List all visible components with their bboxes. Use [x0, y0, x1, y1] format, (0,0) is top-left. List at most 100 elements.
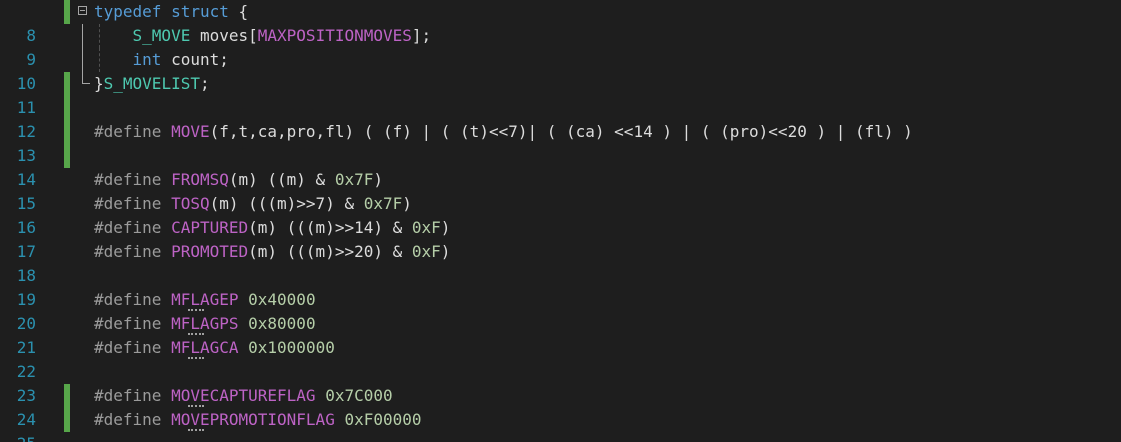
macro-name: MFLAGCA [171, 338, 239, 357]
type-name: S_MOVELIST [103, 74, 200, 93]
code-punct: ) [402, 194, 412, 213]
code-text: int count; [94, 48, 229, 72]
preprocessor-directive: #define [94, 290, 172, 309]
code-line-25[interactable]: 25 #define MOVEPROMOTIONFLAG 0xF00000 [0, 408, 1121, 442]
code-line-23[interactable]: 23 [0, 360, 1121, 405]
line-number: 25 [0, 432, 36, 442]
suggestion-squiggle[interactable] [188, 429, 204, 431]
change-marker [64, 96, 70, 120]
code-text: #define PROMOTED(m) (((m)>>20) & 0xF) [94, 240, 450, 264]
code-text: S_MOVE moves[MAXPOSITIONMOVES]; [94, 24, 432, 48]
keyword: int [132, 50, 162, 69]
code-line-22[interactable]: 22 #define MFLAGCA 0x1000000 [0, 336, 1121, 381]
preprocessor-directive: #define [94, 170, 172, 189]
code-ident: count; [161, 50, 229, 69]
preprocessor-directive: #define [94, 314, 172, 333]
change-marker [64, 144, 70, 168]
code-text: #define MOVECAPTUREFLAG 0x7C000 [94, 384, 393, 408]
code-line-20[interactable]: 20 #define MFLAGEP 0x40000 [0, 288, 1121, 333]
preprocessor-directive: #define [94, 410, 172, 429]
code-line-15[interactable]: 15 #define FROMSQ(m) ((m) & 0x7F) [0, 168, 1121, 213]
code-text: #define MFLAGCA 0x1000000 [94, 336, 335, 360]
suggestion-squiggle[interactable] [188, 405, 204, 407]
suggestion-squiggle[interactable] [188, 333, 204, 335]
change-marker [64, 120, 70, 144]
code-line-12[interactable]: 12 [0, 96, 1121, 141]
keyword: struct [171, 2, 229, 21]
fold-guide [82, 48, 83, 72]
macro-name: FROMSQ [171, 170, 229, 189]
code-punct: ) [373, 170, 383, 189]
code-punct: } [94, 74, 104, 93]
macro-body: (m) ((m) & [228, 170, 335, 189]
code-line-10[interactable]: 10 int count; [0, 48, 1121, 93]
preprocessor-directive: #define [94, 338, 172, 357]
fold-guide [82, 24, 83, 48]
code-text: #define MOVE(f,t,ca,pro,fl) ( (f) | ( (t… [94, 120, 913, 144]
macro-name: MAXPOSITIONMOVES [257, 26, 412, 45]
macro-body: (f,t,ca,pro,fl) ( (f) | ( (t)<<7)| ( (ca… [209, 122, 913, 141]
collapse-fold-icon[interactable] [78, 6, 87, 15]
preprocessor-directive: #define [94, 386, 172, 405]
change-marker [64, 72, 70, 96]
macro-name: MOVEPROMOTIONFLAG [171, 410, 335, 429]
macro-name: CAPTURED [171, 218, 249, 237]
macro-body: (m) (((m)>>14) & [248, 218, 412, 237]
preprocessor-directive: #define [94, 218, 172, 237]
code-line-16[interactable]: 16 #define TOSQ(m) (((m)>>7) & 0x7F) [0, 192, 1121, 237]
code-line-14[interactable]: 14 [0, 144, 1121, 189]
macro-name: MOVECAPTUREFLAG [171, 386, 316, 405]
code-punct: ]; [411, 26, 432, 45]
macro-name: PROMOTED [171, 242, 249, 261]
code-line-19[interactable]: 19 [0, 264, 1121, 309]
code-line-13[interactable]: 13 #define MOVE(f,t,ca,pro,fl) ( (f) | (… [0, 120, 1121, 165]
change-marker [64, 0, 70, 24]
number-literal: 0xF00000 [344, 410, 422, 429]
code-text: #define FROMSQ(m) ((m) & 0x7F) [94, 168, 383, 192]
code-line-8[interactable]: 8 typedef struct { [0, 0, 1121, 45]
code-text: #define MFLAGPS 0x80000 [94, 312, 316, 336]
code-editor[interactable]: 8 typedef struct { 9 S_MOVE moves[MAXPOS… [0, 0, 1121, 442]
number-literal: 0x80000 [248, 314, 316, 333]
code-text: }S_MOVELIST; [94, 72, 210, 96]
suggestion-squiggle[interactable] [188, 357, 204, 359]
macro-name: TOSQ [171, 194, 210, 213]
code-line-17[interactable]: 17 #define CAPTURED(m) (((m)>>14) & 0xF) [0, 216, 1121, 261]
suggestion-squiggle[interactable] [188, 309, 204, 311]
number-literal: 0xF [411, 218, 441, 237]
preprocessor-directive: #define [94, 194, 172, 213]
code-line-24[interactable]: 24 #define MOVECAPTUREFLAG 0x7C000 [0, 384, 1121, 429]
code-line-18[interactable]: 18 #define PROMOTED(m) (((m)>>20) & 0xF) [0, 240, 1121, 285]
change-marker [64, 408, 70, 432]
code-line-11[interactable]: 11 }S_MOVELIST; [0, 72, 1121, 117]
keyword: typedef [94, 2, 162, 21]
macro-name: MFLAGEP [171, 290, 239, 309]
macro-body: (m) (((m)>>7) & [209, 194, 364, 213]
number-literal: 0x7F [363, 194, 403, 213]
macro-name: MOVE [171, 122, 210, 141]
code-text: #define CAPTURED(m) (((m)>>14) & 0xF) [94, 216, 450, 240]
fold-end-guide [82, 72, 90, 84]
code-punct: ; [199, 74, 210, 93]
code-punct: { [228, 2, 249, 21]
code-punct: ) [440, 242, 451, 261]
code-text: #define MOVEPROMOTIONFLAG 0xF00000 [94, 408, 422, 432]
code-text: typedef struct { [94, 0, 248, 24]
macro-body: (m) (((m)>>20) & [248, 242, 412, 261]
preprocessor-directive: #define [94, 122, 172, 141]
number-literal: 0x7F [334, 170, 374, 189]
code-text: #define TOSQ(m) (((m)>>7) & 0x7F) [94, 192, 412, 216]
number-literal: 0x1000000 [248, 338, 335, 357]
type-name: S_MOVE [132, 26, 191, 45]
code-line-21[interactable]: 21 #define MFLAGPS 0x80000 [0, 312, 1121, 357]
macro-name: MFLAGPS [171, 314, 239, 333]
code-ident: moves[ [190, 26, 258, 45]
code-line-9[interactable]: 9 S_MOVE moves[MAXPOSITIONMOVES]; [0, 24, 1121, 69]
number-literal: 0x40000 [248, 290, 316, 309]
